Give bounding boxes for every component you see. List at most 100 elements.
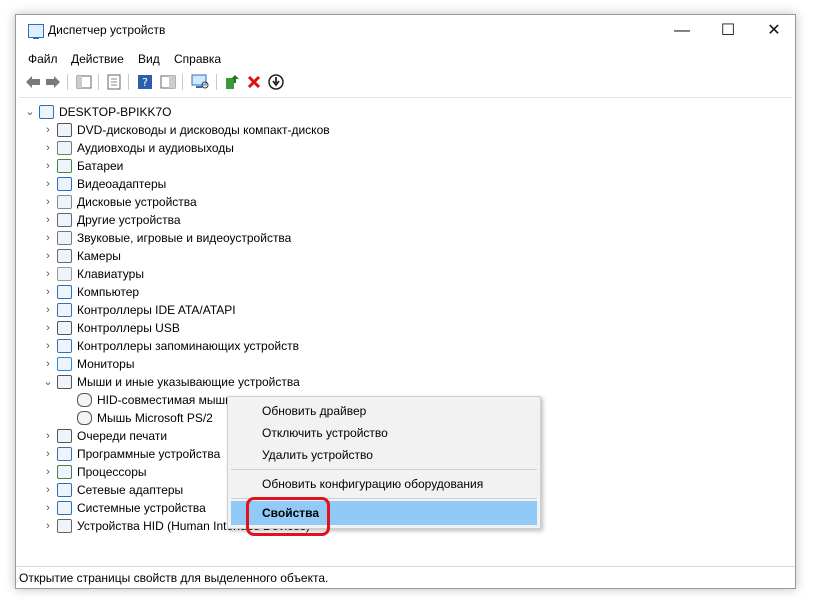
title-bar: Диспетчер устройств — ☐ ✕: [16, 15, 795, 47]
tree-category-item[interactable]: › Звуковые, игровые и видеоустройства: [19, 229, 779, 247]
tree-category-item[interactable]: › Мониторы: [19, 355, 779, 373]
tree-item-label: Видеоадаптеры: [77, 177, 167, 191]
tree-item-label: Системные устройства: [77, 501, 206, 515]
device-category-icon: [57, 321, 72, 335]
chevron-right-icon[interactable]: ›: [43, 211, 53, 229]
chevron-right-icon[interactable]: ›: [43, 517, 53, 535]
tree-item-label: DVD-дисководы и дисководы компакт-дисков: [77, 123, 330, 137]
device-category-icon: [57, 501, 72, 515]
properties-icon[interactable]: [105, 73, 123, 91]
chevron-right-icon[interactable]: ›: [43, 265, 53, 283]
chevron-right-icon[interactable]: ›: [43, 283, 53, 301]
device-category-icon: [57, 483, 72, 497]
menu-file[interactable]: Файл: [28, 52, 58, 66]
chevron-right-icon[interactable]: ›: [43, 463, 53, 481]
device-category-icon: [57, 429, 72, 443]
device-category-icon: [39, 105, 54, 119]
chevron-right-icon[interactable]: ›: [43, 229, 53, 247]
tree-category-item[interactable]: › Батареи: [19, 157, 779, 175]
scan-hardware-menu-item[interactable]: Обновить конфигурацию оборудования: [262, 473, 483, 495]
tree-category-item[interactable]: › Клавиатуры: [19, 265, 779, 283]
maximize-button[interactable]: ☐: [705, 15, 751, 47]
uninstall-x-icon[interactable]: [245, 73, 263, 91]
minimize-button[interactable]: —: [659, 15, 705, 47]
action-pane-icon[interactable]: [159, 73, 177, 91]
chevron-right-icon[interactable]: ›: [43, 301, 53, 319]
device-manager-icon: [28, 24, 44, 39]
chevron-right-icon[interactable]: ›: [43, 445, 53, 463]
device-category-icon: [57, 303, 72, 317]
chevron-right-icon[interactable]: ›: [43, 499, 53, 517]
close-button[interactable]: ✕: [751, 15, 797, 47]
mouse-icon: [77, 393, 92, 407]
chevron-right-icon[interactable]: ›: [43, 121, 53, 139]
toolbar: ?: [16, 70, 795, 94]
tree-item-label: Мониторы: [77, 357, 135, 371]
update-driver-icon[interactable]: [223, 73, 241, 91]
tree-item-label: Программные устройства: [77, 447, 221, 461]
back-arrow-icon[interactable]: [24, 73, 42, 91]
tree-category-item[interactable]: › Контроллеры запоминающих устройств: [19, 337, 779, 355]
device-category-icon: [57, 159, 72, 173]
chevron-right-icon[interactable]: ›: [43, 175, 53, 193]
tree-category-item[interactable]: › Компьютер: [19, 283, 779, 301]
download-circle-icon[interactable]: [267, 73, 285, 91]
tree-category-item[interactable]: › Контроллеры USB: [19, 319, 779, 337]
tree-category-item[interactable]: ⌄ Мыши и иные указывающие устройства: [19, 373, 779, 391]
chevron-right-icon[interactable]: ›: [43, 139, 53, 157]
device-category-icon: [57, 519, 72, 533]
menu-help[interactable]: Справка: [174, 52, 221, 66]
help-icon[interactable]: ?: [136, 73, 154, 91]
chevron-right-icon[interactable]: ›: [43, 247, 53, 265]
scan-hardware-icon[interactable]: [191, 73, 209, 91]
tree-item-label: Другие устройства: [77, 213, 181, 227]
tree-item-label: Контроллеры запоминающих устройств: [77, 339, 299, 353]
forward-arrow-icon[interactable]: [44, 73, 62, 91]
tree-item-label: Аудиовходы и аудиовыходы: [77, 141, 234, 155]
tree-item-label: Компьютер: [77, 285, 140, 299]
uninstall-device-menu-item[interactable]: Удалить устройство: [262, 444, 373, 466]
tree-category-item[interactable]: › Видеоадаптеры: [19, 175, 779, 193]
device-category-icon: [57, 285, 72, 299]
chevron-right-icon[interactable]: ›: [43, 355, 53, 373]
tree-category-item[interactable]: › Контроллеры IDE ATA/ATAPI: [19, 301, 779, 319]
disable-device-menu-item[interactable]: Отключить устройство: [262, 422, 388, 444]
menu-bar: Файл Действие Вид Справка: [16, 49, 795, 67]
chevron-right-icon[interactable]: ›: [43, 319, 53, 337]
tree-category-item[interactable]: › Другие устройства: [19, 211, 779, 229]
tree-item-label: Контроллеры USB: [77, 321, 180, 335]
menu-action[interactable]: Действие: [71, 52, 124, 66]
device-category-icon: [57, 357, 72, 371]
tree-item-label: Процессоры: [77, 465, 147, 479]
menu-view[interactable]: Вид: [138, 52, 160, 66]
tree-category-item[interactable]: › Аудиовходы и аудиовыходы: [19, 139, 779, 157]
chevron-right-icon[interactable]: ›: [43, 481, 53, 499]
status-bar: Открытие страницы свойств для выделенног…: [16, 566, 795, 588]
tree-root-computer[interactable]: ⌄ DESKTOP-BPIKK7O: [19, 103, 779, 121]
device-category-icon: [57, 465, 72, 479]
show-hide-tree-icon[interactable]: [75, 73, 93, 91]
tree-category-item[interactable]: › DVD-дисководы и дисководы компакт-диско…: [19, 121, 779, 139]
tree-category-item[interactable]: › Камеры: [19, 247, 779, 265]
chevron-down-icon[interactable]: ⌄: [25, 103, 35, 121]
tree-item-label: Батареи: [77, 159, 124, 173]
device-category-icon: [57, 249, 72, 263]
annotation-highlight: [246, 497, 330, 536]
device-category-icon: [57, 213, 72, 227]
device-category-icon: [57, 267, 72, 281]
tree-item-label: Звуковые, игровые и видеоустройства: [77, 231, 292, 245]
tree-item-label: Мышь Microsoft PS/2: [97, 411, 213, 425]
device-category-icon: [57, 231, 72, 245]
window-title: Диспетчер устройств: [48, 23, 166, 37]
device-category-icon: [57, 177, 72, 191]
menu-separator: [231, 469, 537, 470]
chevron-right-icon[interactable]: ›: [43, 193, 53, 211]
chevron-down-icon[interactable]: ⌄: [43, 373, 53, 391]
update-driver-menu-item[interactable]: Обновить драйвер: [262, 400, 366, 422]
chevron-right-icon[interactable]: ›: [43, 157, 53, 175]
tree-item-label: Мыши и иные указывающие устройства: [77, 375, 300, 389]
chevron-right-icon[interactable]: ›: [43, 337, 53, 355]
chevron-right-icon[interactable]: ›: [43, 427, 53, 445]
tree-category-item[interactable]: › Дисковые устройства: [19, 193, 779, 211]
tree-item-label: Клавиатуры: [77, 267, 144, 281]
